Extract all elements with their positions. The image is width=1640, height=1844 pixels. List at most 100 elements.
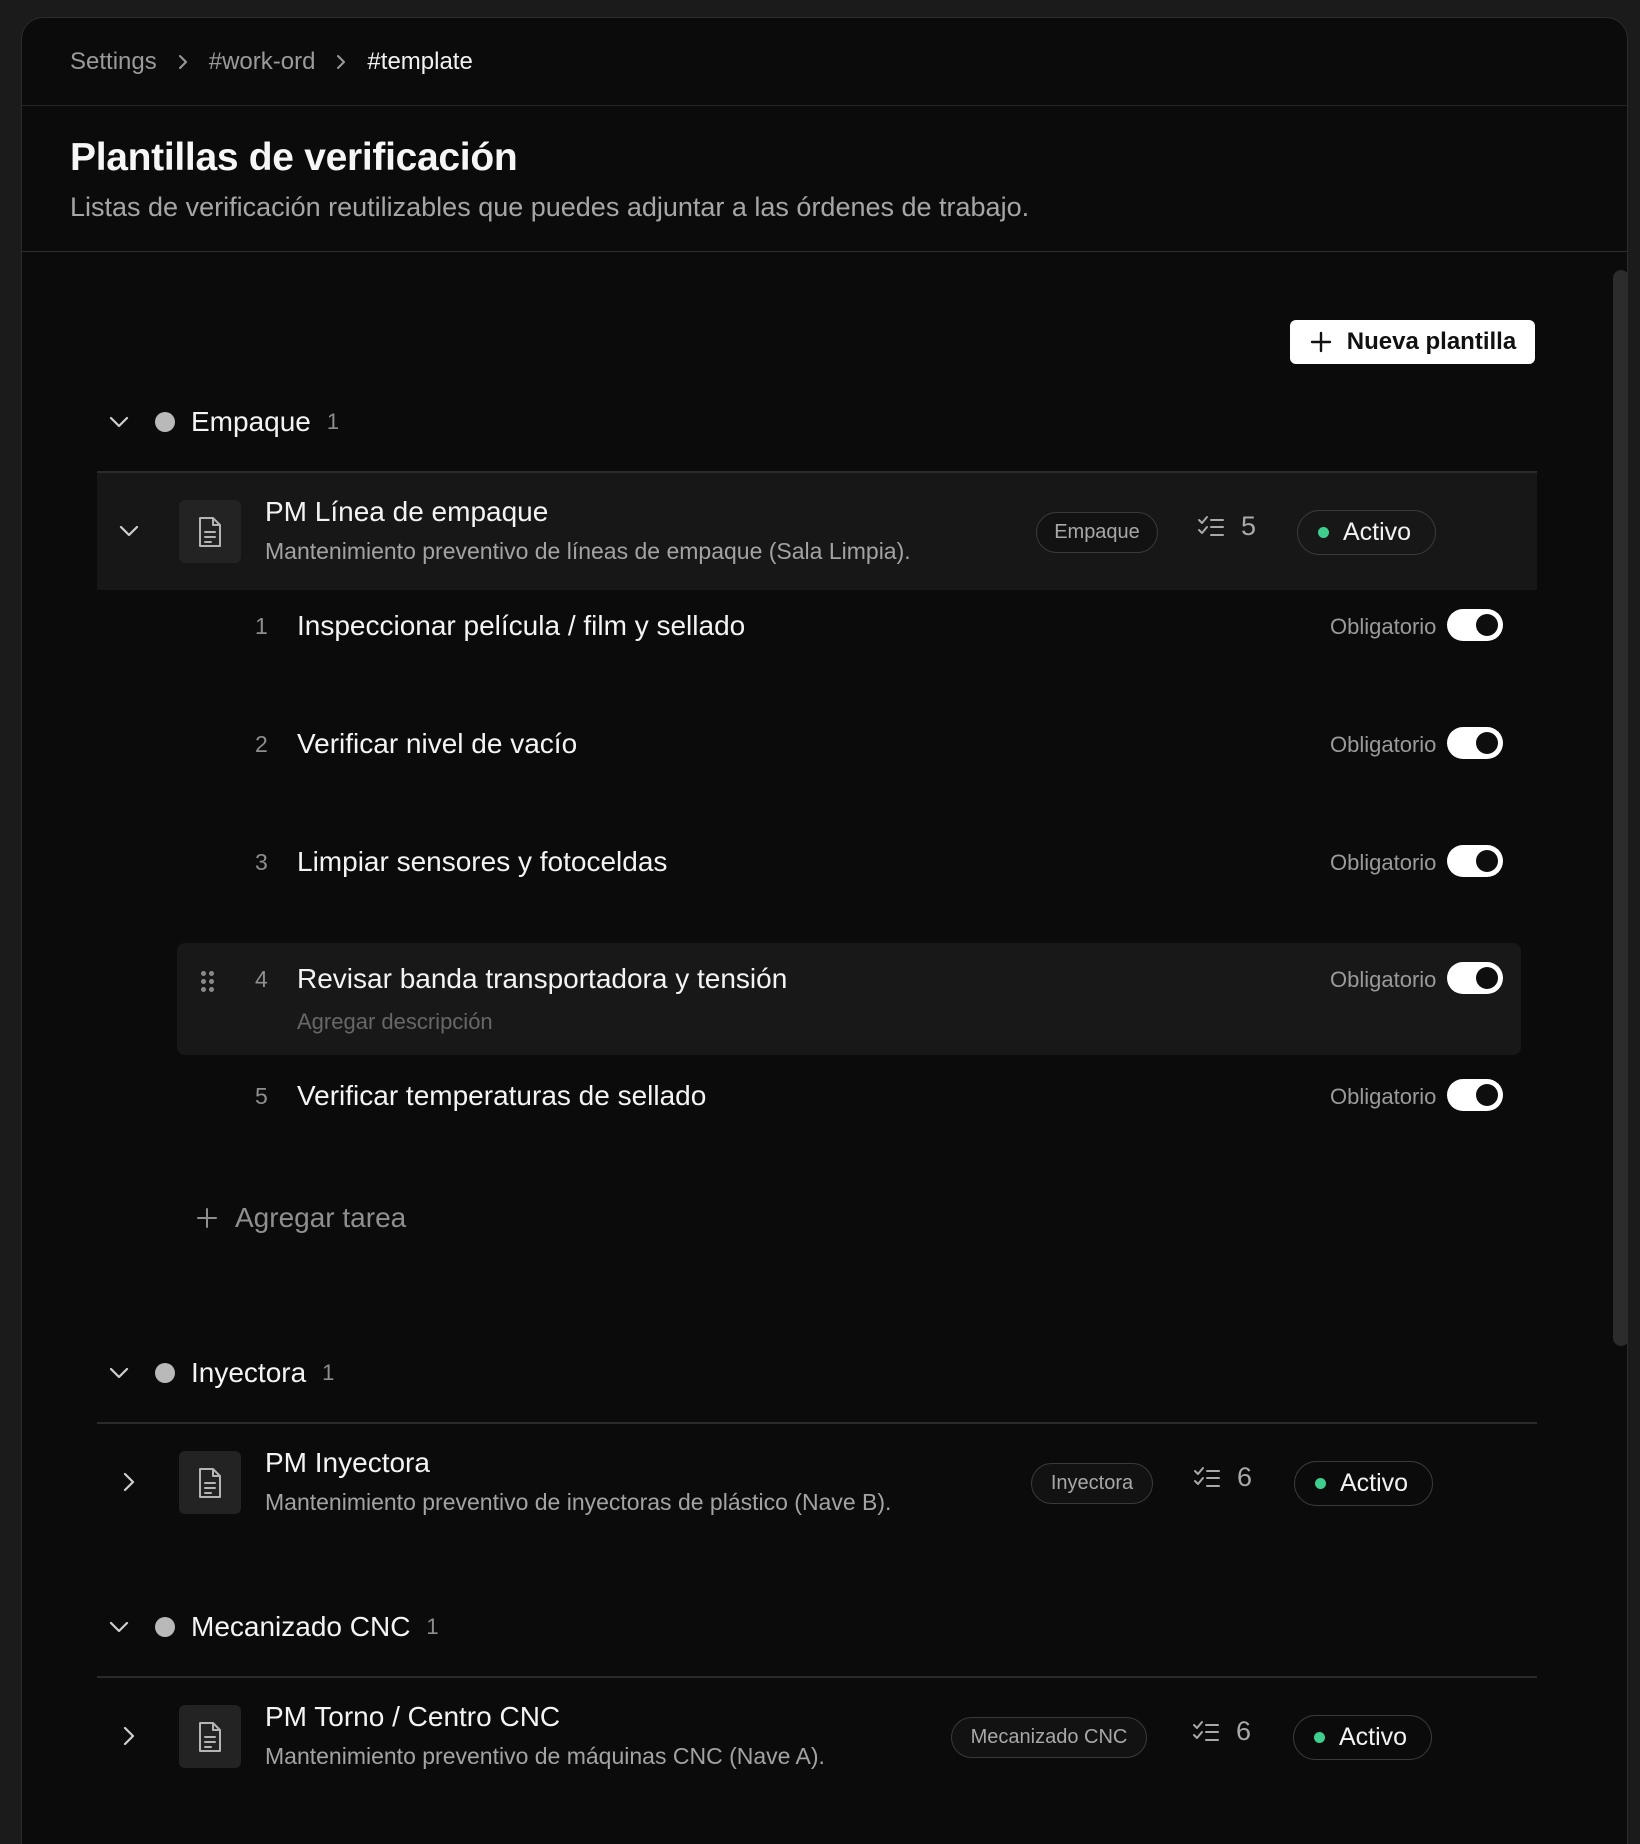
- template-row-pm-linea-empaque[interactable]: PM Línea de empaque Mantenimiento preven…: [97, 473, 1537, 590]
- group-name: Inyectora: [191, 1357, 307, 1388]
- task-number: 2: [255, 731, 268, 757]
- task-label[interactable]: Verificar nivel de vacío: [297, 728, 577, 760]
- page-subtitle: Listas de verificación reutilizables que…: [70, 192, 1030, 222]
- task-number: 1: [255, 613, 268, 639]
- task-count: 5: [1197, 511, 1256, 542]
- chevron-right-icon[interactable]: [109, 1462, 149, 1502]
- template-description: Mantenimiento preventivo de inyectoras d…: [265, 1489, 892, 1515]
- toggle-knob: [1476, 614, 1498, 636]
- template-row-pm-torno-cnc[interactable]: PM Torno / Centro CNC Mantenimiento prev…: [97, 1678, 1537, 1795]
- add-task-label: Agregar tarea: [235, 1202, 407, 1233]
- toggle-knob: [1476, 967, 1498, 989]
- template-description: Mantenimiento preventivo de líneas de em…: [265, 538, 911, 564]
- chevron-right-icon: [157, 53, 209, 71]
- document-icon: [179, 1451, 241, 1514]
- required-toggle[interactable]: [1447, 962, 1503, 994]
- category-tag: Empaque: [1036, 512, 1158, 553]
- checklist-icon: [1198, 515, 1224, 536]
- task-count-value: 6: [1236, 1716, 1252, 1746]
- task-row[interactable]: 5 Verificar temperaturas de sellado Obli…: [177, 1060, 1521, 1140]
- task-label[interactable]: Inspeccionar película / film y sellado: [297, 610, 745, 642]
- task-label[interactable]: Revisar banda transportadora y tensión: [297, 963, 787, 995]
- task-count: 6: [1192, 1716, 1251, 1747]
- group-header-mecanizado-cnc: Mecanizado CNC 1: [98, 1607, 439, 1647]
- toggle-knob: [1476, 732, 1498, 754]
- task-count-value: 5: [1241, 511, 1257, 541]
- plus-icon: [197, 1208, 217, 1228]
- required-label: Obligatorio: [1330, 967, 1437, 992]
- group-header-inyectora: Inyectora 1: [98, 1353, 334, 1393]
- chevron-down-icon[interactable]: [109, 511, 149, 551]
- toggle-knob: [1476, 1084, 1498, 1106]
- status-badge[interactable]: Activo: [1294, 1461, 1433, 1506]
- task-label[interactable]: Verificar temperaturas de sellado: [297, 1080, 706, 1112]
- group-name: Empaque: [191, 406, 311, 437]
- status-label: Activo: [1343, 518, 1412, 546]
- page-title: Plantillas de verificación: [70, 136, 518, 179]
- task-row[interactable]: 3 Limpiar sensores y fotoceldas Obligato…: [177, 826, 1521, 906]
- status-dot: [1315, 1478, 1326, 1489]
- page-header: Plantillas de verificación Listas de ver…: [22, 106, 1627, 252]
- category-tag: Inyectora: [1031, 1463, 1153, 1504]
- group-color-dot: [155, 412, 175, 432]
- checklist-icon: [1193, 1720, 1219, 1741]
- required-label: Obligatorio: [1330, 614, 1437, 639]
- template-row-pm-inyectora[interactable]: PM Inyectora Mantenimiento preventivo de…: [97, 1424, 1537, 1541]
- chevron-right-icon: [315, 53, 367, 71]
- templates-content: Nueva plantilla Empaque 1 PM Línea de em…: [22, 252, 1627, 1844]
- chevron-down-icon[interactable]: [98, 1607, 140, 1647]
- status-badge[interactable]: Activo: [1297, 510, 1436, 555]
- status-dot: [1314, 1732, 1325, 1743]
- template-name: PM Inyectora: [265, 1447, 430, 1478]
- task-number: 5: [255, 1083, 268, 1109]
- required-label: Obligatorio: [1330, 1084, 1437, 1109]
- group-count: 1: [426, 1614, 439, 1639]
- status-dot: [1318, 527, 1329, 538]
- window: Settings #work-ord #template Plantillas …: [21, 17, 1628, 1844]
- task-number: 4: [255, 966, 268, 992]
- task-number: 3: [255, 849, 268, 875]
- breadcrumb-settings[interactable]: Settings: [70, 48, 157, 76]
- template-description: Mantenimiento preventivo de máquinas CNC…: [265, 1743, 825, 1769]
- chevron-right-icon[interactable]: [109, 1716, 149, 1756]
- new-template-button[interactable]: Nueva plantilla: [1290, 320, 1535, 364]
- task-count: 6: [1193, 1462, 1252, 1493]
- required-toggle[interactable]: [1447, 845, 1503, 877]
- required-toggle[interactable]: [1447, 1079, 1503, 1111]
- required-toggle[interactable]: [1447, 609, 1503, 641]
- breadcrumb-template: #template: [367, 47, 473, 75]
- scrollbar[interactable]: [1613, 270, 1627, 1346]
- add-task-button[interactable]: Agregar tarea: [195, 1202, 406, 1234]
- new-template-label: Nueva plantilla: [1346, 328, 1517, 355]
- status-badge[interactable]: Activo: [1293, 1715, 1432, 1760]
- toggle-knob: [1476, 850, 1498, 872]
- group-count: 1: [326, 409, 340, 434]
- category-tag: Mecanizado CNC: [951, 1717, 1147, 1758]
- task-count-value: 6: [1237, 1462, 1253, 1492]
- document-icon: [179, 500, 241, 563]
- required-label: Obligatorio: [1330, 732, 1437, 757]
- template-name: PM Torno / Centro CNC: [265, 1701, 561, 1732]
- drag-handle-icon[interactable]: [201, 971, 215, 995]
- group-header-empaque: Empaque 1: [98, 402, 339, 442]
- group-color-dot: [155, 1363, 175, 1383]
- template-name: PM Línea de empaque: [265, 496, 549, 527]
- required-toggle[interactable]: [1447, 727, 1503, 759]
- chevron-down-icon[interactable]: [98, 1353, 140, 1393]
- required-label: Obligatorio: [1330, 850, 1437, 875]
- breadcrumb-work-ord[interactable]: #work-ord: [209, 48, 316, 76]
- chevron-down-icon[interactable]: [98, 402, 140, 442]
- task-row-hovered[interactable]: 4 Revisar banda transportadora y tensión…: [177, 943, 1521, 1055]
- group-name: Mecanizado CNC: [191, 1611, 411, 1642]
- checklist-icon: [1194, 1466, 1220, 1487]
- task-label[interactable]: Limpiar sensores y fotoceldas: [297, 846, 667, 878]
- plus-icon: [1310, 331, 1331, 353]
- task-description-input[interactable]: Agregar descripción: [297, 1009, 493, 1035]
- status-label: Activo: [1340, 1469, 1409, 1497]
- group-count: 1: [322, 1360, 335, 1385]
- task-row[interactable]: 1 Inspeccionar película / film y sellado…: [177, 590, 1521, 670]
- task-row[interactable]: 2 Verificar nivel de vacío Obligatorio: [177, 708, 1521, 788]
- breadcrumb: Settings #work-ord #template: [22, 18, 1627, 106]
- group-color-dot: [155, 1617, 175, 1637]
- status-label: Activo: [1339, 1723, 1408, 1751]
